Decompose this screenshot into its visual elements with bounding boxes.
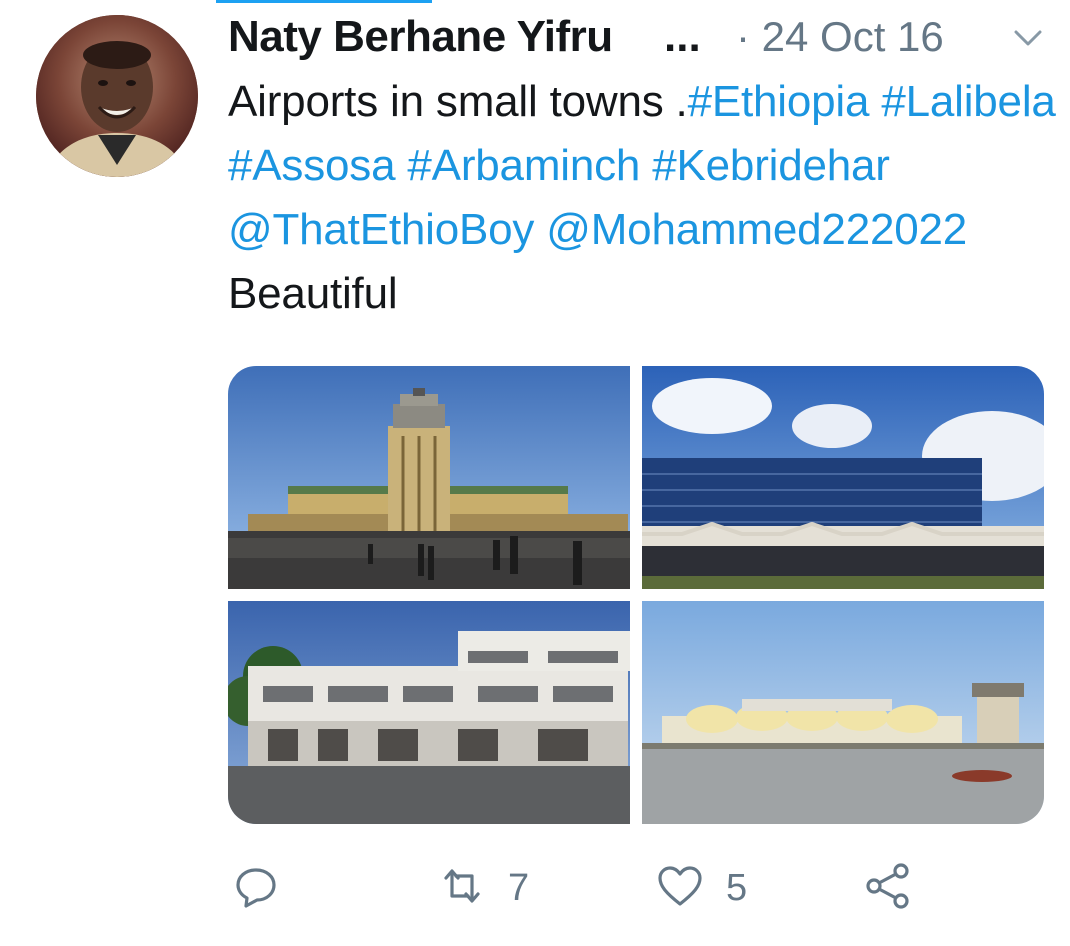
tweet-text-segment bbox=[869, 77, 881, 126]
author-name[interactable]: Naty Berhane Yifru bbox=[228, 12, 613, 62]
media-grid bbox=[228, 366, 1044, 824]
tweet-header: Naty Berhane Yifru ... · 24 Oct 16 bbox=[228, 12, 1058, 62]
tab-indicator bbox=[216, 0, 432, 3]
tweet-text: Airports in small towns .#Ethiopia #Lali… bbox=[228, 70, 1058, 326]
reply-icon bbox=[232, 862, 280, 915]
reply-button[interactable] bbox=[232, 860, 280, 916]
name-ellipsis: ... bbox=[664, 12, 701, 61]
hashtag-link[interactable]: #Ethiopia bbox=[688, 77, 870, 126]
heart-icon bbox=[656, 862, 704, 915]
mention-link[interactable]: @ThatEthioBoy bbox=[228, 205, 534, 254]
like-button[interactable]: 5 bbox=[656, 860, 747, 916]
share-icon bbox=[864, 862, 912, 915]
avatar[interactable] bbox=[36, 15, 198, 177]
hashtag-link[interactable]: #Assosa bbox=[228, 141, 396, 190]
mention-link[interactable]: @Mohammed222022 bbox=[546, 205, 967, 254]
tweet-text-segment: Beautiful bbox=[228, 269, 398, 318]
hashtag-link[interactable]: #Lalibela bbox=[881, 77, 1056, 126]
hashtag-link[interactable]: #Arbaminch bbox=[407, 141, 640, 190]
share-button[interactable] bbox=[864, 860, 912, 916]
airport-tower-photo[interactable] bbox=[228, 366, 630, 589]
retweet-count: 7 bbox=[508, 867, 530, 909]
like-count: 5 bbox=[726, 867, 748, 909]
retweet-button[interactable]: 7 bbox=[438, 860, 529, 916]
tweet-text-segment bbox=[640, 141, 652, 190]
tweet-text-segment bbox=[395, 141, 407, 190]
tweet-actions: 7 5 bbox=[228, 860, 1044, 916]
glass-terminal-photo[interactable] bbox=[642, 366, 1044, 589]
arched-terminal-photo[interactable] bbox=[642, 601, 1044, 824]
tweet-text-segment: Airports in small towns . bbox=[228, 77, 688, 126]
hashtag-link[interactable]: #Kebridehar bbox=[652, 141, 890, 190]
white-terminal-photo[interactable] bbox=[228, 601, 630, 824]
chevron-down-icon[interactable] bbox=[1013, 26, 1043, 50]
tweet-date[interactable]: · 24 Oct 16 bbox=[736, 12, 944, 62]
tweet-text-segment bbox=[534, 205, 546, 254]
retweet-icon bbox=[438, 862, 486, 915]
